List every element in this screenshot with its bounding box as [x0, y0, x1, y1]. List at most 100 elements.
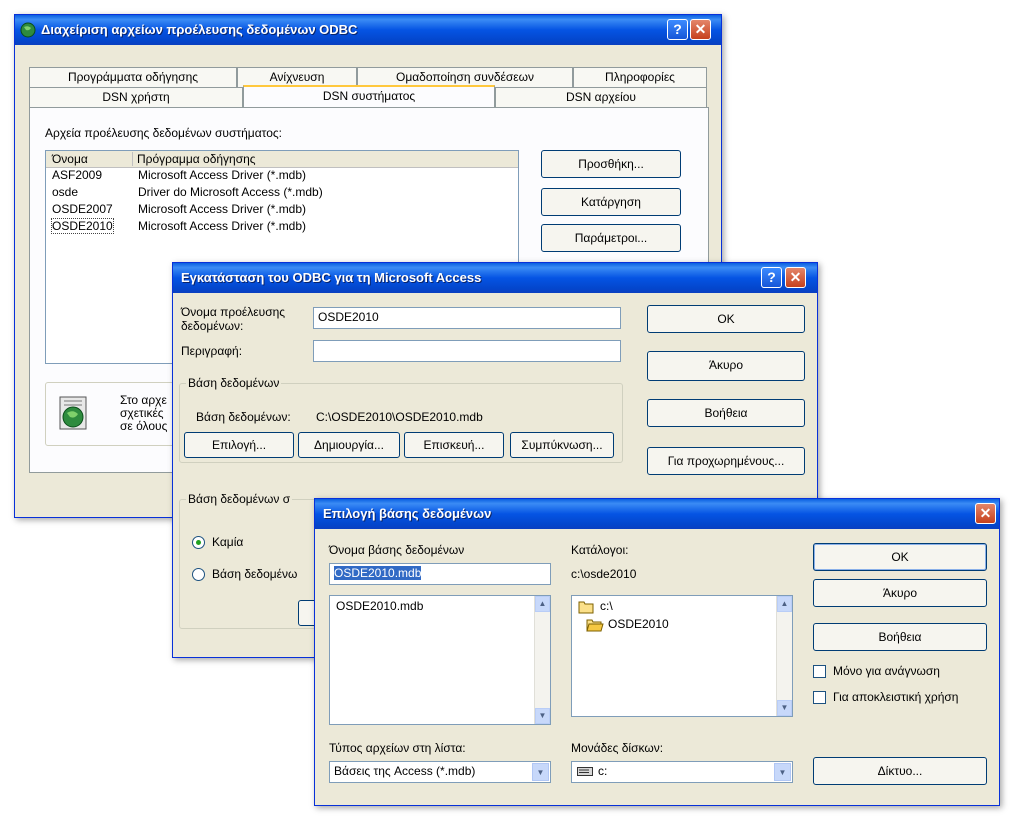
close-title-button[interactable]: ✕ [785, 267, 806, 288]
exclusive-label: Για αποκλειστική χρήση [833, 690, 959, 704]
database-label: Βάση δεδομένων: [196, 410, 291, 424]
dsn-label-line2: δεδομένων: [181, 319, 244, 333]
exclusive-checkbox[interactable] [813, 691, 826, 704]
dsn-name: OSDE2010 [51, 218, 114, 234]
dirs-label: Κατάλογοι: [571, 543, 629, 557]
scroll-down-icon[interactable]: ▼ [535, 708, 550, 724]
db-name-field[interactable]: OSDE2010.mdb [329, 563, 551, 585]
cancel-button[interactable]: Άκυρο [647, 351, 805, 381]
tab-system-dsn[interactable]: DSN συστήματος [243, 85, 495, 107]
advanced-button[interactable]: Για προχωρημένους... [647, 447, 805, 475]
network-button[interactable]: Δίκτυο... [813, 757, 987, 785]
help-button[interactable]: Βοήθεια [647, 399, 805, 427]
database-path: C:\OSDE2010\OSDE2010.mdb [316, 410, 483, 424]
filetype-label: Τύπος αρχείων στη λίστα: [329, 741, 466, 755]
folder-open-icon [578, 601, 594, 614]
table-row[interactable]: osde Driver do Microsoft Access (*.mdb) [46, 185, 518, 201]
help-title-button[interactable]: ? [667, 19, 688, 40]
info-text-line1: Στο αρχε [120, 393, 167, 407]
system-dsn-list-caption: Αρχεία προέλευσης δεδομένων συστήματος: [45, 126, 283, 140]
add-button[interactable]: Προσθήκη... [541, 150, 681, 178]
select-db-window: Επιλογή βάσης δεδομένων ✕ Όνομα βάσης δε… [314, 498, 1000, 806]
configure-button[interactable]: Παράμετροι... [541, 224, 681, 252]
db-name-value: OSDE2010.mdb [334, 566, 422, 580]
readonly-label: Μόνο για ανάγνωση [833, 664, 940, 678]
odbc-admin-title: Διαχείριση αρχείων προέλευσης δεδομένων … [41, 22, 358, 37]
table-row[interactable]: ASF2009 Microsoft Access Driver (*.mdb) [46, 168, 518, 184]
help-title-button[interactable]: ? [761, 267, 782, 288]
radio-database-label: Βάση δεδομένω [212, 567, 298, 581]
chevron-down-icon[interactable]: ▼ [532, 763, 549, 781]
folder-open-icon [586, 619, 604, 632]
file-list[interactable]: OSDE2010.mdb ▲ ▼ [329, 595, 551, 725]
access-setup-title: Εγκατάσταση του ODBC για τη Microsoft Ac… [181, 270, 482, 285]
info-text-line3: σε όλους [120, 419, 168, 433]
tab-connection-pooling[interactable]: Ομαδοποίηση συνδέσεων [357, 67, 573, 87]
description-field[interactable] [313, 340, 621, 362]
dsn-driver: Microsoft Access Driver (*.mdb) [138, 219, 307, 233]
dsn-name-field[interactable]: OSDE2010 [313, 307, 621, 329]
dir-list[interactable]: c:\ OSDE2010 ▲ ▼ [571, 595, 793, 717]
filetype-select[interactable]: Βάσεις της Access (*.mdb) ▼ [329, 761, 551, 783]
repair-db-button[interactable]: Επισκευή... [404, 432, 504, 458]
description-label: Περιγραφή: [181, 344, 243, 358]
dsn-name: osde [52, 185, 79, 199]
dir-item-osde2010[interactable]: OSDE2010 [608, 617, 669, 631]
database-group: Βάση δεδομένων Βάση δεδομένων: C:\OSDE20… [179, 376, 623, 463]
chevron-down-icon[interactable]: ▼ [774, 763, 791, 781]
select-db-titlebar[interactable]: Επιλογή βάσης δεδομένων ✕ [315, 499, 999, 529]
dsn-name: OSDE2007 [52, 202, 113, 216]
tab-file-dsn[interactable]: DSN αρχείου [495, 87, 707, 107]
table-row[interactable]: OSDE2007 Microsoft Access Driver (*.mdb) [46, 202, 518, 218]
scroll-up-icon[interactable]: ▲ [535, 596, 550, 612]
access-setup-titlebar[interactable]: Εγκατάσταση του ODBC για τη Microsoft Ac… [173, 263, 817, 293]
dsn-label-line1: Όνομα προέλευσης [181, 305, 286, 319]
dir-item-root[interactable]: c:\ [600, 599, 613, 613]
current-dir: c:\osde2010 [571, 567, 637, 581]
dsn-driver: Microsoft Access Driver (*.mdb) [138, 168, 307, 182]
filetype-value: Βάσεις της Access (*.mdb) [334, 764, 476, 778]
help-button[interactable]: Βοήθεια [813, 623, 987, 651]
close-title-button[interactable]: ✕ [690, 19, 711, 40]
tab-about[interactable]: Πληροφορίες [573, 67, 707, 87]
drive-icon [577, 767, 593, 776]
odbc-globe-icon [59, 396, 87, 430]
readonly-checkbox[interactable] [813, 665, 826, 678]
dsn-name: ASF2009 [52, 168, 103, 182]
drives-label: Μονάδες δίσκων: [571, 741, 664, 755]
ok-button[interactable]: OK [813, 543, 987, 571]
tab-user-dsn[interactable]: DSN χρήστη [29, 87, 243, 107]
database-group-label: Βάση δεδομένων [186, 376, 282, 390]
info-text-line2: σχετικές [120, 406, 164, 420]
cancel-button[interactable]: Άκυρο [813, 579, 987, 607]
drive-value: c: [598, 764, 608, 778]
table-row[interactable]: OSDE2010 Microsoft Access Driver (*.mdb) [46, 218, 518, 235]
select-db-button[interactable]: Επιλογή... [184, 432, 294, 458]
compact-db-button[interactable]: Συμπύκνωση... [510, 432, 614, 458]
dir-list-scrollbar[interactable]: ▲ ▼ [776, 596, 792, 716]
close-title-button[interactable]: ✕ [975, 503, 996, 524]
radio-none[interactable] [192, 536, 205, 549]
radio-database[interactable] [192, 568, 205, 581]
tab-drivers[interactable]: Προγράμματα οδήγησης [29, 67, 237, 87]
odbc-admin-titlebar[interactable]: Διαχείριση αρχείων προέλευσης δεδομένων … [15, 15, 721, 45]
scroll-up-icon[interactable]: ▲ [777, 596, 792, 612]
column-driver[interactable]: Πρόγραμμα οδήγησης [132, 152, 256, 166]
select-db-title: Επιλογή βάσης δεδομένων [323, 506, 492, 521]
file-list-scrollbar[interactable]: ▲ ▼ [534, 596, 550, 724]
remove-button[interactable]: Κατάργηση [541, 188, 681, 216]
system-db-group-label: Βάση δεδομένων σ [186, 492, 293, 506]
list-item[interactable]: OSDE2010.mdb [336, 599, 423, 613]
dsn-driver: Driver do Microsoft Access (*.mdb) [138, 185, 323, 199]
odbc-globe-icon [20, 22, 36, 38]
radio-none-label: Καμία [212, 535, 244, 549]
create-db-button[interactable]: Δημιουργία... [298, 432, 400, 458]
tab-tracing[interactable]: Ανίχνευση [237, 67, 357, 87]
ok-button[interactable]: OK [647, 305, 805, 333]
db-name-label: Όνομα βάσης δεδομένων [329, 543, 465, 557]
column-name[interactable]: Όνομα [52, 152, 88, 166]
dsn-driver: Microsoft Access Driver (*.mdb) [138, 202, 307, 216]
drive-select[interactable]: c: ▼ [571, 761, 793, 783]
list-header: Όνομα Πρόγραμμα οδήγησης [46, 151, 518, 168]
scroll-down-icon[interactable]: ▼ [777, 700, 792, 716]
